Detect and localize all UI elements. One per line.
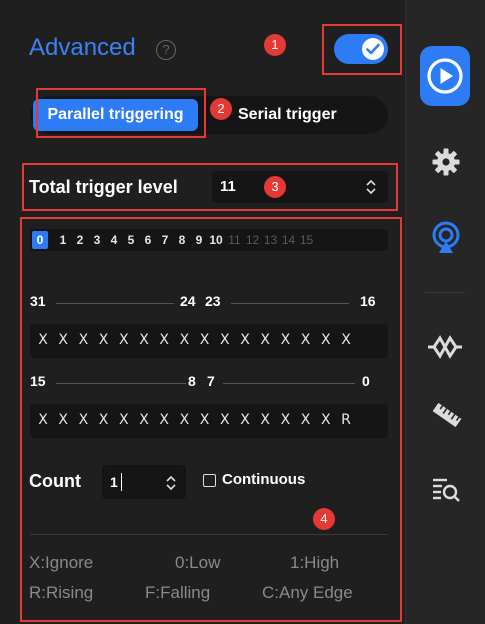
annotation-box <box>36 88 206 138</box>
ruler-icon[interactable] <box>430 400 464 430</box>
annotation-box <box>322 24 402 75</box>
advanced-trigger-panel: Advanced ? Parallel triggering Serial tr… <box>0 0 405 624</box>
annotation-box <box>20 217 402 622</box>
panel-title: Advanced <box>29 34 136 61</box>
tab-serial-trigger[interactable]: Serial trigger <box>238 99 388 131</box>
signal-antenna-icon[interactable] <box>430 221 462 255</box>
decoder-icon[interactable] <box>428 335 462 359</box>
help-icon[interactable]: ? <box>156 40 176 60</box>
search-list-icon[interactable] <box>431 476 461 504</box>
annotation-badge: 4 <box>313 508 335 530</box>
annotation-box <box>22 163 398 211</box>
annotation-badge: 1 <box>264 34 286 56</box>
annotation-badge: 2 <box>210 98 232 120</box>
run-button[interactable] <box>420 46 470 106</box>
annotation-badge: 3 <box>264 176 286 198</box>
play-icon <box>427 58 463 94</box>
sidebar-divider <box>425 292 465 293</box>
settings-gear-icon[interactable] <box>431 147 461 177</box>
